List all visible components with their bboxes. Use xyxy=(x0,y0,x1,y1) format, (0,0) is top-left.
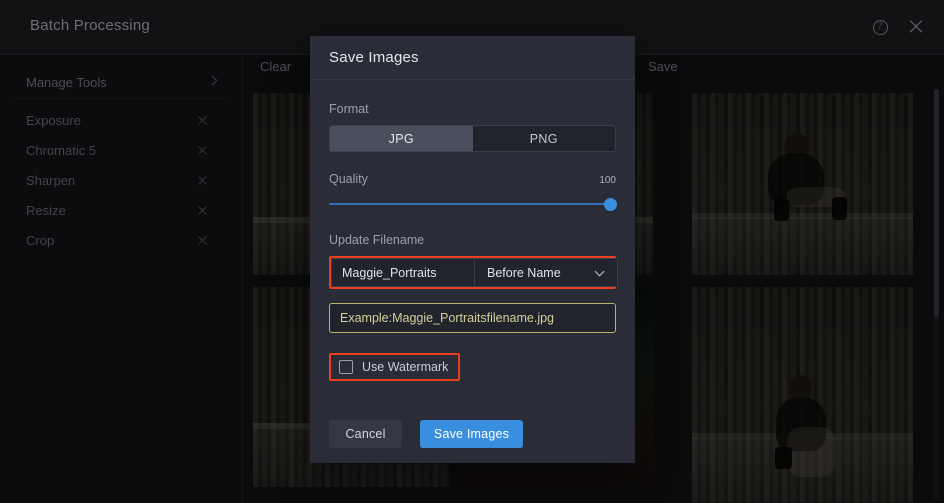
sidebar-item-exposure[interactable]: Exposure xyxy=(14,105,228,135)
update-filename-row: Maggie_Portraits Before Name xyxy=(331,258,618,287)
chevron-down-icon xyxy=(594,266,605,277)
filename-position-select[interactable]: Before Name xyxy=(475,259,617,286)
cancel-button[interactable]: Cancel xyxy=(329,420,402,448)
save-images-button[interactable]: Save Images xyxy=(420,420,523,448)
help-button[interactable]: ? xyxy=(870,17,890,37)
sidebar-item-manage-tools[interactable]: Manage Tools xyxy=(14,66,228,99)
format-option-jpg[interactable]: JPG xyxy=(330,126,473,151)
batch-processing-window: Batch Processing ? Manage Tools Exposure… xyxy=(0,0,944,503)
tool-list: Exposure Chromatic 5 Sharpen Resize Crop xyxy=(0,105,242,255)
use-watermark-checkbox-row[interactable]: Use Watermark xyxy=(339,360,448,374)
gallery-scrollbar[interactable] xyxy=(934,89,939,499)
close-icon[interactable] xyxy=(197,235,208,246)
use-watermark-label: Use Watermark xyxy=(362,360,449,374)
thumbnail-overlay xyxy=(692,93,913,275)
format-label: Format xyxy=(329,102,369,116)
close-icon[interactable] xyxy=(197,175,208,186)
quality-row: Quality 100 xyxy=(329,172,616,186)
filename-example-box: Example:Maggie_Portraitsfilename.jpg xyxy=(329,303,616,333)
format-toggle-group: JPG PNG xyxy=(329,125,616,152)
chevron-right-icon xyxy=(207,75,218,86)
quality-value: 100 xyxy=(599,175,616,186)
watermark-highlight: Use Watermark xyxy=(329,353,461,381)
quality-slider[interactable] xyxy=(329,197,617,211)
gallery-scrollbar-thumb[interactable] xyxy=(934,89,939,317)
tool-label: Exposure xyxy=(26,112,81,128)
gallery-clear-label[interactable]: Clear xyxy=(260,59,291,74)
close-icon[interactable] xyxy=(197,145,208,156)
sidebar-item-chromatic-5[interactable]: Chromatic 5 xyxy=(14,135,228,165)
quality-slider-track xyxy=(329,203,616,205)
update-filename-highlight: Maggie_Portraits Before Name xyxy=(329,256,618,289)
update-filename-label: Update Filename xyxy=(329,233,425,247)
close-icon[interactable] xyxy=(197,115,208,126)
tool-label: Sharpen xyxy=(26,172,76,188)
thumbnail-image[interactable] xyxy=(692,93,913,275)
close-icon xyxy=(908,19,924,35)
sidebar-item-sharpen[interactable]: Sharpen xyxy=(14,165,228,195)
close-button[interactable] xyxy=(906,17,926,37)
page-title: Batch Processing xyxy=(30,17,150,34)
filename-position-value: Before Name xyxy=(487,265,561,280)
filename-input[interactable]: Maggie_Portraits xyxy=(332,259,475,286)
dialog-footer: Cancel Save Images xyxy=(329,420,523,448)
quality-slider-handle[interactable] xyxy=(604,198,617,211)
close-icon[interactable] xyxy=(197,205,208,216)
help-circle-icon: ? xyxy=(872,19,888,35)
manage-tools-label: Manage Tools xyxy=(26,74,107,90)
sidebar: Manage Tools Exposure Chromatic 5 Sharpe… xyxy=(0,55,243,503)
save-images-dialog: Save Images Format JPG PNG Quality 100 U… xyxy=(310,36,635,463)
tool-label: Chromatic 5 xyxy=(26,142,97,158)
tool-label: Resize xyxy=(26,202,66,218)
thumbnail-image[interactable] xyxy=(692,287,913,503)
gallery-save-label[interactable]: Save xyxy=(648,59,678,74)
sidebar-item-resize[interactable]: Resize xyxy=(14,195,228,225)
quality-label: Quality xyxy=(329,172,368,186)
dialog-header: Save Images xyxy=(310,36,635,80)
dialog-title: Save Images xyxy=(329,49,419,66)
format-option-png[interactable]: PNG xyxy=(472,126,615,151)
tool-label: Crop xyxy=(26,232,55,248)
thumbnail-overlay xyxy=(692,287,913,503)
dialog-body: Format JPG PNG Quality 100 Update Filena… xyxy=(310,80,635,381)
checkbox-icon[interactable] xyxy=(339,360,353,374)
window-controls: ? xyxy=(870,17,926,37)
sidebar-item-crop[interactable]: Crop xyxy=(14,225,228,255)
